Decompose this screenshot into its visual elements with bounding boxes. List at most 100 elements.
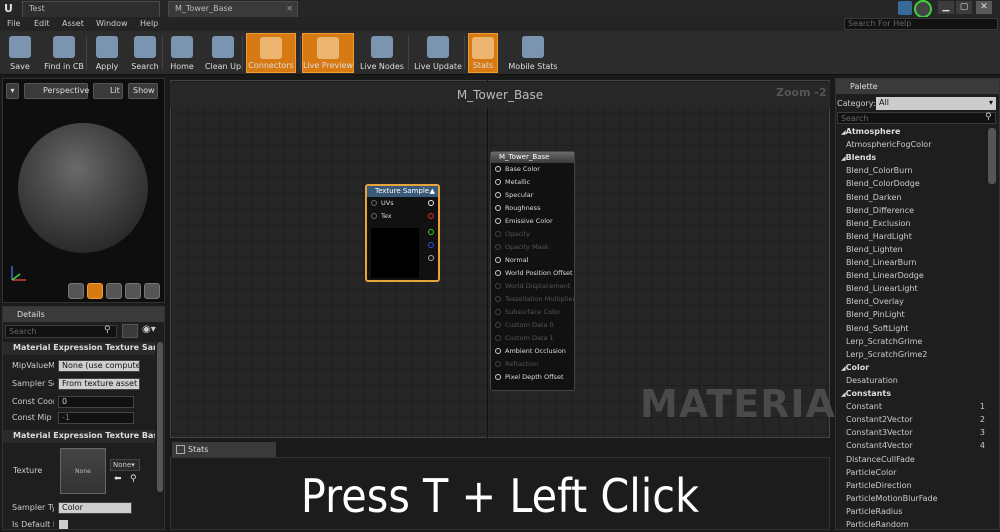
r-output-pin-icon[interactable] — [428, 213, 434, 219]
palette-category[interactable]: ◢Atmosphere — [837, 125, 987, 138]
sampler-source-dropdown[interactable]: From texture asset — [58, 378, 140, 390]
palette-item[interactable]: Blend_Exclusion — [837, 217, 987, 230]
toolbar-mobile-stats-button[interactable]: Mobile Stats — [506, 33, 560, 73]
cylinder-preview-icon[interactable] — [68, 283, 84, 299]
palette-item[interactable]: ParticleDirection — [837, 479, 987, 492]
palette-item[interactable]: Blend_LinearBurn — [837, 256, 987, 269]
input-pin-icon[interactable] — [495, 179, 501, 185]
rgb-output-pin-icon[interactable] — [428, 200, 434, 206]
menu-file[interactable]: File — [7, 17, 20, 31]
input-pin-icon[interactable] — [371, 200, 377, 206]
palette-tab[interactable]: Palette — [836, 79, 999, 94]
palette-category[interactable]: ◢Color — [837, 361, 987, 374]
g-output-pin-icon[interactable] — [428, 229, 434, 235]
palette-category[interactable]: ◢Constants — [837, 387, 987, 400]
section-texture-sample[interactable]: Material Expression Texture Sample — [3, 342, 155, 355]
eye-icon[interactable]: ◉▾ — [142, 324, 156, 335]
toolbar-live-preview-button[interactable]: Live Preview — [302, 33, 354, 73]
palette-item[interactable]: Blend_Lighten — [837, 243, 987, 256]
palette-item[interactable]: ParticleRandom — [837, 518, 987, 531]
texture-thumbnail[interactable]: None — [60, 448, 106, 494]
tex-pin[interactable]: Tex — [367, 210, 438, 223]
details-scrollbar[interactable] — [157, 342, 163, 492]
material-result-node[interactable]: M_Tower_Base Base Color Metallic Specular R… — [490, 151, 575, 391]
show-button[interactable]: Show — [128, 83, 158, 99]
palette-item[interactable]: Desaturation — [837, 374, 987, 387]
palette-item[interactable]: Lerp_ScratchGrime — [837, 335, 987, 348]
toolbar-find-in-cb-button[interactable]: Find in CB — [40, 33, 88, 73]
palette-search-input[interactable]: Search — [837, 112, 996, 124]
viewport-menu-button[interactable]: ▾ — [6, 83, 19, 99]
material-input-pin[interactable]: Roughness — [491, 202, 574, 215]
toolbar-live-nodes-button[interactable]: Live Nodes — [357, 33, 407, 73]
toolbar-connectors-button[interactable]: Connectors — [246, 33, 296, 73]
material-input-pin[interactable]: Pixel Depth Offset — [491, 371, 574, 384]
texture-combo[interactable]: None▾ — [110, 459, 140, 471]
use-selected-icon[interactable]: ⬅ — [114, 474, 122, 484]
palette-item[interactable]: Blend_PinLight — [837, 308, 987, 321]
input-pin-icon[interactable] — [495, 270, 501, 276]
material-input-pin[interactable]: Emissive Color — [491, 215, 574, 228]
palette-item[interactable]: Lerp_ScratchGrime2 — [837, 348, 987, 361]
material-result-node-header[interactable]: M_Tower_Base — [491, 152, 574, 163]
browse-icon[interactable]: ⚲ — [130, 474, 137, 484]
stats-tab[interactable]: Stats — [172, 442, 276, 457]
perspective-button[interactable]: Perspective — [24, 83, 89, 99]
uvs-pin[interactable]: UVs — [367, 197, 438, 210]
menu-window[interactable]: Window — [96, 17, 128, 31]
palette-item[interactable]: DistanceCullFade — [837, 453, 987, 466]
details-tab[interactable]: Details — [3, 307, 164, 322]
material-input-pin[interactable]: World Position Offset — [491, 267, 574, 280]
toolbar-apply-button[interactable]: Apply — [90, 33, 124, 73]
lit-button[interactable]: Lit — [93, 83, 123, 99]
collapse-icon[interactable]: ▲ — [430, 186, 435, 197]
unreal-logo-icon[interactable]: U — [4, 2, 18, 15]
tab-m-tower-base[interactable]: M_Tower_Base ✕ — [168, 1, 298, 17]
palette-item[interactable]: Blend_ColorDodge — [837, 177, 987, 190]
palette-item[interactable]: Blend_LinearDodge — [837, 269, 987, 282]
help-search-input[interactable]: Search For Help — [844, 18, 998, 30]
toolbar-stats-button[interactable]: Stats — [468, 33, 498, 73]
palette-category[interactable]: ◢Blends — [837, 151, 987, 164]
menu-help[interactable]: Help — [140, 17, 158, 31]
is-default-checkbox[interactable] — [59, 520, 68, 529]
toolbar-home-button[interactable]: Home — [167, 33, 197, 73]
const-coordinate-input[interactable]: 0 — [58, 396, 134, 408]
palette-item[interactable]: Constant4Vector 4 — [837, 439, 987, 452]
palette-item[interactable]: ParticleMotionBlurFade — [837, 492, 987, 505]
toolbar-live-update-button[interactable]: Live Update — [412, 33, 464, 73]
material-input-pin[interactable]: Base Color — [491, 163, 574, 176]
toolbar-search-button[interactable]: Search — [128, 33, 162, 73]
maximize-icon[interactable]: ▢ — [956, 1, 972, 14]
b-output-pin-icon[interactable] — [428, 242, 434, 248]
texture-sample-node-header[interactable]: Texture Sample ▲ — [367, 186, 438, 197]
palette-item[interactable]: Blend_SoftLight — [837, 322, 987, 335]
sphere-preview-icon[interactable] — [87, 283, 103, 299]
close-icon[interactable]: ✕ — [286, 4, 293, 13]
input-pin-icon[interactable] — [371, 213, 377, 219]
mipvaluemode-dropdown[interactable]: None (use computed mip level) — [58, 360, 140, 372]
palette-item[interactable]: Blend_Difference — [837, 204, 987, 217]
material-input-pin[interactable]: Specular — [491, 189, 574, 202]
user-icon[interactable] — [914, 0, 932, 18]
input-pin-icon[interactable] — [495, 348, 501, 354]
palette-item[interactable]: AtmosphericFogColor — [837, 138, 987, 151]
palette-scrollbar[interactable] — [988, 128, 996, 184]
material-input-pin[interactable]: Ambient Occlusion — [491, 345, 574, 358]
input-pin-icon[interactable] — [495, 205, 501, 211]
palette-item[interactable]: Constant2Vector 2 — [837, 413, 987, 426]
input-pin-icon[interactable] — [495, 257, 501, 263]
palette-item[interactable]: Constant3Vector 3 — [837, 426, 987, 439]
category-dropdown[interactable]: All ▾ — [876, 97, 996, 110]
input-pin-icon[interactable] — [495, 192, 501, 198]
material-input-pin[interactable]: Normal — [491, 254, 574, 267]
sampler-type-dropdown[interactable]: Color — [58, 502, 132, 514]
palette-item[interactable]: Blend_ColorBurn — [837, 164, 987, 177]
source-control-icon[interactable] — [898, 1, 912, 15]
toolbar-clean-up-button[interactable]: Clean Up — [202, 33, 244, 73]
palette-item[interactable]: Blend_LinearLight — [837, 282, 987, 295]
palette-item[interactable]: Constant 1 — [837, 400, 987, 413]
palette-item[interactable]: ParticleColor — [837, 466, 987, 479]
details-search-input[interactable]: Search — [5, 325, 117, 338]
plane-preview-icon[interactable] — [106, 283, 122, 299]
